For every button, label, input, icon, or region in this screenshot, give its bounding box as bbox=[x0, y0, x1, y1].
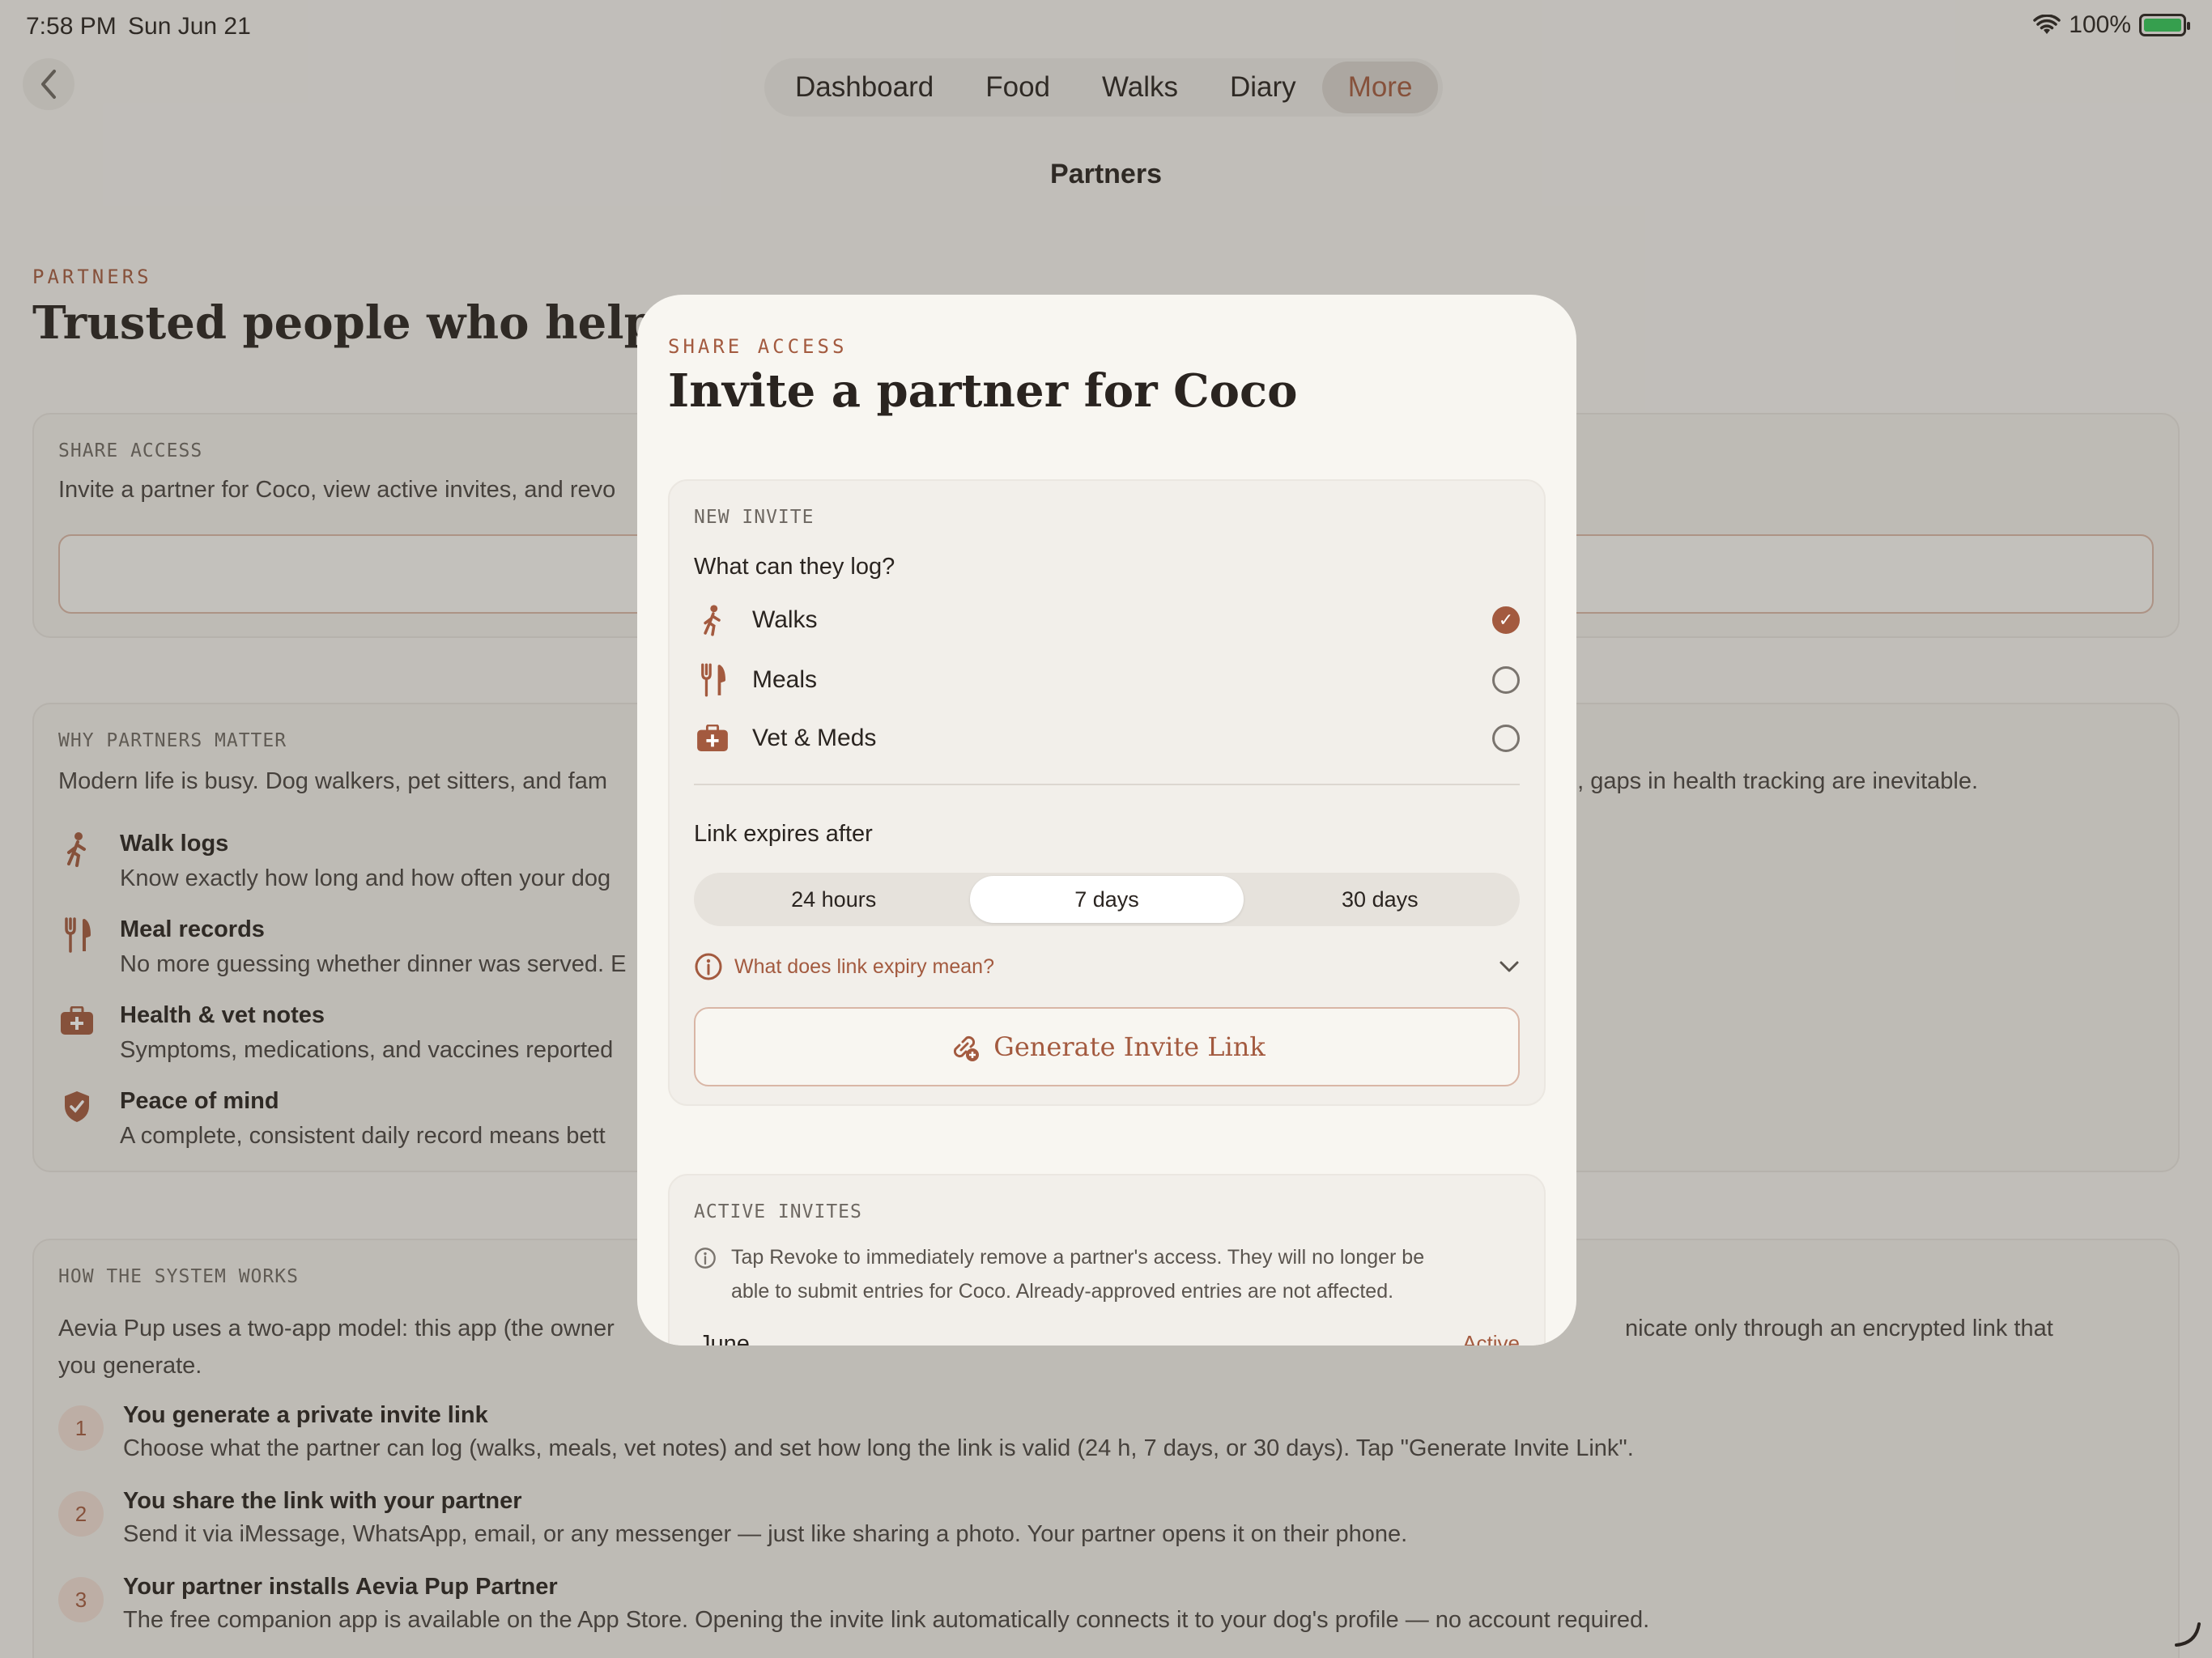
option-checkbox-unchecked[interactable] bbox=[1492, 666, 1520, 694]
invite-modal: SHARE ACCESS Invite a partner for Coco N… bbox=[637, 295, 1576, 1346]
option-label: Meals bbox=[752, 666, 818, 693]
chevron-down-icon bbox=[1499, 961, 1519, 972]
expiry-help-text: What does link expiry mean? bbox=[734, 954, 994, 978]
option-vet-meds[interactable]: Vet & Meds bbox=[694, 714, 1520, 763]
option-label: Vet & Meds bbox=[752, 725, 877, 751]
link-add-icon bbox=[954, 1035, 980, 1061]
new-invite-panel: NEW INVITE What can they log? Walks ✓ Me… bbox=[668, 479, 1546, 1106]
expiry-option-30d[interactable]: 30 days bbox=[1244, 876, 1516, 923]
option-checkbox-checked[interactable]: ✓ bbox=[1492, 606, 1520, 634]
option-checkbox-unchecked[interactable] bbox=[1492, 725, 1520, 752]
resize-handle-icon[interactable] bbox=[2173, 1619, 2202, 1648]
divider bbox=[694, 784, 1520, 785]
option-meals[interactable]: Meals bbox=[694, 656, 1520, 704]
medical-kit-icon bbox=[694, 725, 731, 752]
revoke-info-line1: Tap Revoke to immediately remove a partn… bbox=[731, 1246, 1425, 1269]
info-icon bbox=[695, 953, 722, 980]
walk-icon bbox=[694, 603, 731, 637]
info-icon bbox=[695, 1248, 716, 1269]
generate-invite-link-button[interactable]: Generate Invite Link bbox=[694, 1007, 1520, 1086]
generate-button-label: Generate Invite Link bbox=[993, 1031, 1266, 1062]
active-invites-panel: ACTIVE INVITES Tap Revoke to immediately… bbox=[668, 1174, 1546, 1346]
revoke-info: Tap Revoke to immediately remove a partn… bbox=[694, 1240, 1487, 1308]
expiry-help-disclosure[interactable]: What does link expiry mean? bbox=[694, 949, 1520, 984]
modal-title: Invite a partner for Coco bbox=[668, 364, 1298, 418]
panel-label: NEW INVITE bbox=[694, 507, 815, 528]
expiry-segmented-control: 24 hours 7 days 30 days bbox=[694, 873, 1520, 926]
invite-status-badge: Active bbox=[1462, 1331, 1520, 1346]
expiry-option-24h[interactable]: 24 hours bbox=[697, 876, 970, 923]
option-label: Walks bbox=[752, 606, 818, 633]
permissions-question: What can they log? bbox=[694, 554, 895, 580]
panel-label: ACTIVE INVITES bbox=[694, 1201, 862, 1222]
modal-eyebrow: SHARE ACCESS bbox=[668, 335, 848, 358]
expiry-label: Link expires after bbox=[694, 821, 873, 847]
expiry-option-7d[interactable]: 7 days bbox=[970, 876, 1244, 923]
fork-knife-icon bbox=[694, 663, 731, 697]
invite-row-name[interactable]: June bbox=[699, 1331, 750, 1346]
revoke-info-line2: able to submit entries for Coco. Already… bbox=[731, 1280, 1394, 1303]
option-walks[interactable]: Walks ✓ bbox=[694, 596, 1520, 644]
